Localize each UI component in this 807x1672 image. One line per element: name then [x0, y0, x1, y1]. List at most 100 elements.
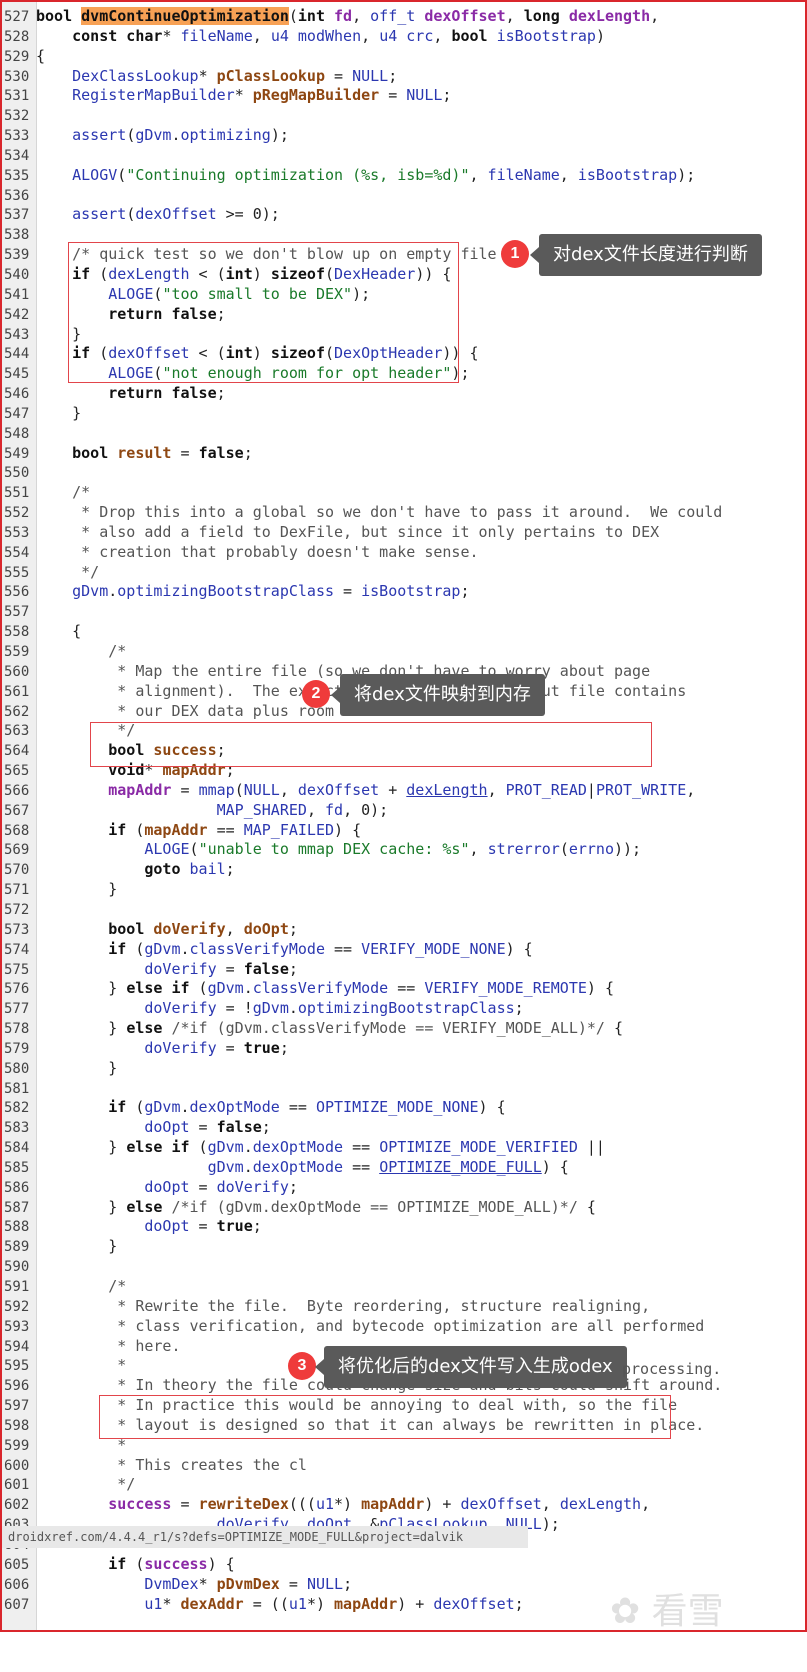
code-line: 588 doOpt = true;	[2, 1217, 805, 1237]
line-code: u1* dexAddr = ((u1*) mapAddr) + dexOffse…	[144, 1594, 524, 1613]
annotation-badge-3: 3	[288, 1352, 316, 1380]
line-number: 586	[4, 1179, 30, 1196]
line-number: 564	[4, 743, 30, 760]
code-line: 531 RegisterMapBuilder* pRegMapBuilder =…	[2, 86, 805, 106]
line-code: {	[36, 46, 46, 65]
line-code: doVerify = false;	[144, 959, 298, 978]
code-line: 541 ALOGE("too small to be DEX");	[2, 285, 805, 305]
line-number: 599	[4, 1437, 30, 1454]
line-number: 582	[4, 1100, 30, 1117]
code-line: 559 /*	[2, 642, 805, 662]
code-line: 582 if (gDvm.dexOptMode == OPTIMIZE_MODE…	[2, 1098, 805, 1118]
code-line: 546 return false;	[2, 384, 805, 404]
code-line: 599 *	[2, 1436, 805, 1456]
line-number: 602	[4, 1497, 30, 1514]
annotation-badge-2: 2	[302, 680, 330, 708]
line-code: void* mapAddr;	[108, 761, 235, 780]
code-line: 556 gDvm.optimizingBootstrapClass = isBo…	[2, 582, 805, 602]
line-number: 528	[4, 28, 30, 45]
line-number: 541	[4, 286, 30, 303]
code-line: 557	[2, 602, 805, 622]
code-line: 589 }	[2, 1237, 805, 1257]
code-line: 571 }	[2, 880, 805, 900]
line-number: 558	[4, 624, 30, 641]
line-number: 532	[4, 108, 30, 125]
line-number: 554	[4, 544, 30, 561]
code-line: 549 bool result = false;	[2, 444, 805, 464]
code-line: 550	[2, 463, 805, 483]
line-number: 560	[4, 663, 30, 680]
code-line: 584 } else if (gDvm.dexOptMode == OPTIMI…	[2, 1138, 805, 1158]
line-number: 583	[4, 1120, 30, 1137]
code-line: 579 doVerify = true;	[2, 1039, 805, 1059]
line-number: 548	[4, 425, 30, 442]
line-code: if (dexOffset < (int) sizeof(DexOptHeade…	[72, 344, 479, 363]
line-code: } else if (gDvm.classVerifyMode == VERIF…	[36, 979, 614, 998]
line-code: * here.	[108, 1336, 181, 1355]
line-code: }	[36, 403, 82, 422]
line-code: goto bail;	[144, 860, 235, 879]
line-number: 536	[4, 187, 30, 204]
line-number: 572	[4, 901, 30, 918]
line-code: doVerify = !gDvm.optimizingBootstrapClas…	[144, 999, 524, 1018]
line-code: doOpt = doVerify;	[144, 1177, 298, 1196]
line-code: ALOGE("unable to mmap DEX cache: %s", st…	[144, 840, 642, 859]
line-code: * Drop this into a global so we don't ha…	[72, 503, 723, 522]
line-code: */	[108, 721, 136, 740]
line-code: }	[36, 1058, 118, 1077]
line-code: if (gDvm.classVerifyMode == VERIFY_MODE_…	[108, 939, 533, 958]
line-number: 534	[4, 147, 30, 164]
line-code: bool doVerify, doOpt;	[108, 919, 298, 938]
line-code: if (dexLength < (int) sizeof(DexHeader))…	[72, 264, 452, 283]
line-number: 527	[4, 9, 30, 25]
line-code: assert(gDvm.optimizing);	[72, 126, 289, 145]
code-line: 530 DexClassLookup* pClassLookup = NULL;	[2, 67, 805, 87]
line-code: doVerify = true;	[144, 1038, 289, 1057]
line-number: 598	[4, 1417, 30, 1434]
line-number: 544	[4, 346, 30, 363]
code-line: 574 if (gDvm.classVerifyMode == VERIFY_M…	[2, 940, 805, 960]
line-code: }	[36, 324, 82, 343]
annotation-badge-1: 1	[501, 240, 529, 268]
line-number: 597	[4, 1398, 30, 1415]
line-number: 605	[4, 1556, 30, 1573]
annotation-callout-3: 将优化后的dex文件写入生成odex	[315, 1346, 627, 1388]
line-code: /*	[72, 483, 91, 502]
line-number: 538	[4, 227, 30, 244]
line-number: 537	[4, 207, 30, 224]
code-line: 543 }	[2, 325, 805, 345]
code-viewer: 527 bool dvmContinueOptimization(int fd, …	[0, 0, 807, 1632]
code-line: 558 {	[2, 622, 805, 642]
line-number: 574	[4, 941, 30, 958]
code-line: 542 return false;	[2, 305, 805, 325]
line-number: 592	[4, 1298, 30, 1315]
code-line: 535 ALOGV("Continuing optimization (%s, …	[2, 166, 805, 186]
code-line: 547 }	[2, 404, 805, 424]
code-line: 577 doVerify = !gDvm.optimizingBootstrap…	[2, 999, 805, 1019]
line-600-trailing-text: processing.	[622, 1360, 722, 1378]
code-line: 537 assert(dexOffset >= 0);	[2, 205, 805, 225]
line-code: * layout is designed so that it can alwa…	[108, 1415, 705, 1434]
code-line: 536	[2, 186, 805, 206]
status-url-bar: droidxref.com/4.4.4_r1/s?defs=OPTIMIZE_M…	[2, 1526, 528, 1548]
code-line: 532	[2, 106, 805, 126]
line-number: 581	[4, 1080, 30, 1097]
line-number: 600	[4, 1457, 30, 1474]
line-number: 549	[4, 445, 30, 462]
line-code: if (success) {	[108, 1554, 235, 1573]
line-code: assert(dexOffset >= 0);	[72, 205, 280, 224]
line-code: * also add a field to DexFile, but since…	[72, 522, 660, 541]
code-line: 553 * also add a field to DexFile, but s…	[2, 523, 805, 543]
code-line: 600 * This creates the cl	[2, 1456, 805, 1476]
line-code: if (gDvm.dexOptMode == OPTIMIZE_MODE_NON…	[108, 1098, 506, 1117]
line-code: *	[108, 1356, 127, 1375]
line-code: bool result = false;	[72, 443, 253, 462]
annotation-callout-1: 对dex文件长度进行判断	[530, 234, 762, 276]
line-code: success = rewriteDex(((u1*) mapAddr) + d…	[108, 1495, 651, 1514]
line-code: *	[108, 1435, 127, 1454]
line-number: 539	[4, 247, 30, 264]
line-code: RegisterMapBuilder* pRegMapBuilder = NUL…	[72, 86, 452, 105]
line-number: 590	[4, 1259, 30, 1276]
code-line: 605 if (success) {	[2, 1555, 805, 1575]
line-number: 584	[4, 1140, 30, 1157]
